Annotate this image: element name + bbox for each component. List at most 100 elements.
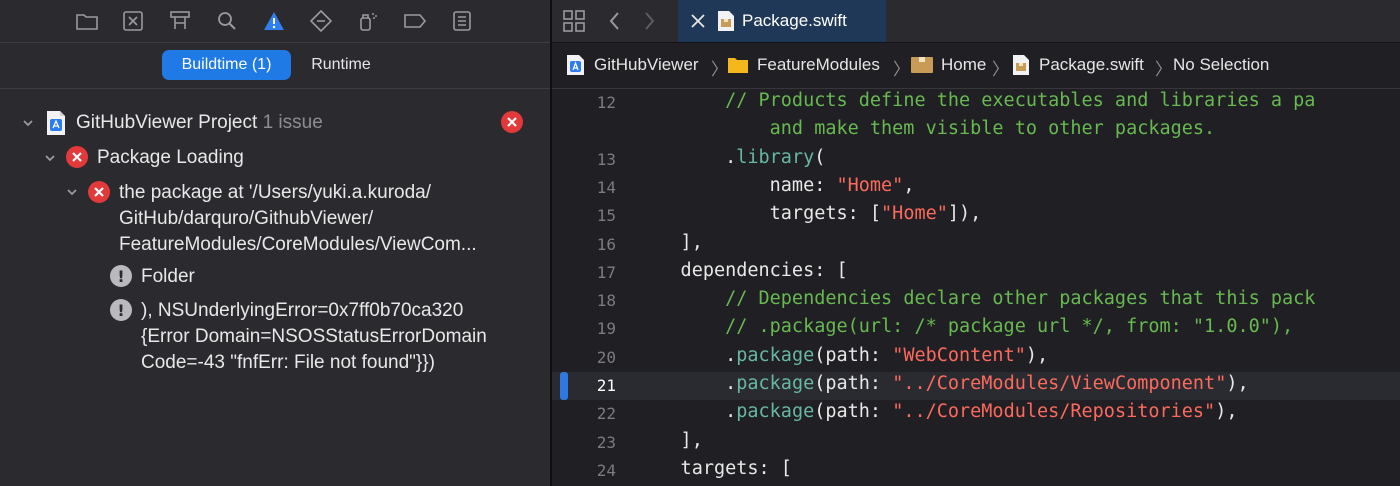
code-text: .	[636, 344, 737, 366]
back-arrow-icon[interactable]	[606, 10, 624, 32]
segment-runtime[interactable]: Runtime	[298, 50, 384, 80]
close-icon[interactable]	[690, 13, 706, 29]
line-number: 17	[596, 262, 616, 282]
tab-package-swift[interactable]: Package.swift	[678, 0, 886, 42]
forward-arrow-icon[interactable]	[640, 10, 658, 32]
line-number: 18	[596, 291, 616, 311]
error-line-1: the package at '/Users/yuki.a.kuroda/	[119, 182, 432, 203]
project-name: GitHubViewer Project	[76, 112, 258, 133]
chevron-down-icon[interactable]	[66, 186, 78, 198]
issue-count: 1 issue	[262, 112, 323, 133]
issue-navigator: Buildtime (1) Runtime GitHubViewer Proje…	[0, 0, 550, 486]
code-text: ]),	[947, 203, 982, 225]
line-number: 23	[596, 432, 616, 452]
source-control-icon[interactable]	[120, 8, 146, 34]
line-number: 12	[596, 93, 616, 112]
chevron-down-icon[interactable]	[44, 152, 56, 164]
code-string: "Home"	[836, 174, 904, 196]
debug-spray-icon[interactable]	[355, 8, 381, 34]
code-comment: // .package(url: /* package url */, from…	[725, 316, 1294, 338]
breadcrumb-separator: 〉	[992, 60, 1009, 79]
code-text: (path:	[814, 401, 893, 423]
hierarchy-icon[interactable]	[167, 8, 193, 34]
xcode-project-icon	[567, 55, 584, 75]
code-text: .	[636, 146, 737, 168]
code-line[interactable]: ],	[636, 430, 703, 451]
group-package-loading[interactable]: Package Loading	[97, 146, 244, 170]
note-line-1: ), NSUnderlyingError=0x7ff0b70ca320	[141, 300, 464, 321]
package-icon	[911, 57, 933, 73]
code-text: ],	[636, 231, 703, 253]
error-line-3: FeatureModules/CoreModules/ViewCom...	[119, 234, 477, 255]
code-line[interactable]: targets: ["Home"]),	[636, 203, 982, 225]
folder-icon[interactable]	[74, 8, 100, 34]
segment-buildtime[interactable]: Buildtime (1)	[162, 50, 291, 80]
line-number: 20	[596, 347, 616, 367]
line-number: 15	[596, 206, 616, 226]
breadcrumb-folder[interactable]: FeatureModules	[757, 55, 880, 75]
code-text: name:	[636, 174, 837, 196]
grid-icon[interactable]	[562, 9, 586, 33]
breadcrumb-project[interactable]: GitHubViewer	[594, 55, 699, 75]
breakpoint-icon[interactable]	[402, 8, 428, 34]
line-number: 22	[596, 404, 616, 424]
line-number: 16	[596, 234, 616, 254]
project-row[interactable]: GitHubViewer Project 1 issue	[76, 111, 323, 135]
note-icon: !	[110, 299, 132, 321]
code-line[interactable]: and make them visible to other packages.	[636, 118, 1216, 140]
code-text: dependencies: [	[636, 259, 848, 281]
code-string: "WebContent"	[892, 344, 1026, 366]
code-line[interactable]: .package(path: "WebContent"),	[636, 345, 1048, 366]
code-line[interactable]: targets: [	[636, 458, 792, 479]
code-text: ),	[1025, 344, 1049, 366]
issue-warning-icon[interactable]	[261, 8, 287, 34]
note-line-2: {Error Domain=NSOSStatusErrorDomain	[141, 326, 487, 347]
code-line[interactable]: dependencies: [	[636, 260, 848, 281]
error-icon	[66, 146, 88, 168]
search-icon[interactable]	[214, 8, 240, 34]
note-underlying-error[interactable]: ), NSUnderlyingError=0x7ff0b70ca320 {Err…	[141, 298, 487, 376]
breadcrumb-selection[interactable]: No Selection	[1173, 55, 1269, 75]
code-text: ),	[1215, 401, 1238, 423]
breadcrumb-file[interactable]: Package.swift	[1039, 55, 1144, 75]
chevron-down-icon[interactable]	[22, 117, 34, 129]
code-line[interactable]: // Dependencies declare other packages t…	[636, 288, 1315, 309]
note-icon: !	[110, 265, 132, 287]
code-line[interactable]: // Products define the executables and l…	[636, 90, 1315, 111]
navigator-divider	[0, 88, 550, 89]
code-string: "Home"	[881, 203, 948, 225]
code-line[interactable]: .package(path: "../CoreModules/ViewCompo…	[636, 373, 1249, 394]
code-string: "../CoreModules/Repositories"	[892, 401, 1216, 423]
folder-icon	[728, 58, 748, 73]
code-line[interactable]: // .package(url: /* package url */, from…	[636, 316, 1293, 337]
code-function: package	[736, 401, 815, 423]
code-text: (path:	[814, 373, 893, 394]
code-text: (path:	[814, 344, 893, 366]
note-folder[interactable]: Folder	[141, 265, 195, 289]
code-comment: // Products define the executables and l…	[725, 90, 1316, 111]
xcode-project-icon	[45, 110, 67, 136]
error-line-2: GitHub/darquro/GithubViewer/	[119, 208, 374, 229]
code-line[interactable]: name: "Home",	[636, 174, 915, 196]
report-icon[interactable]	[449, 8, 475, 34]
test-diamond-icon[interactable]	[308, 8, 334, 34]
error-message[interactable]: the package at '/Users/yuki.a.kuroda/ Gi…	[119, 180, 477, 258]
code-line[interactable]: .library(	[636, 147, 825, 168]
code-text: (	[814, 146, 826, 168]
tab-title: Package.swift	[742, 11, 847, 30]
error-badge-icon	[501, 111, 523, 133]
code-text: ,	[903, 174, 915, 196]
breadcrumb-package[interactable]: Home	[941, 55, 986, 75]
code-text: .	[636, 373, 737, 394]
code-line[interactable]: .package(path: "../CoreModules/Repositor…	[636, 401, 1237, 422]
code-comment: and make them visible to other packages.	[769, 118, 1216, 140]
code-text: ],	[636, 429, 703, 451]
code-line[interactable]: ],	[636, 232, 703, 253]
breadcrumb-separator: 〉	[893, 60, 910, 79]
line-number: 14	[596, 177, 616, 197]
swift-package-file-icon	[718, 11, 734, 31]
code-string: "../CoreModules/ViewComponent"	[892, 373, 1227, 394]
